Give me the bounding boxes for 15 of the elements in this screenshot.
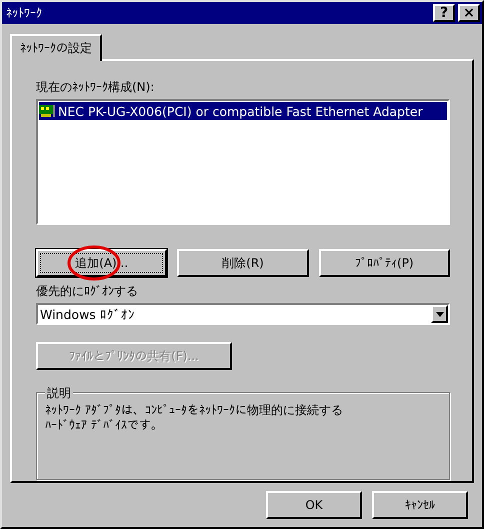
help-button[interactable]: ? [433,4,455,22]
list-label: 現在のﾈｯﾄﾜｰｸ構成(N): [36,79,156,96]
network-card-icon [39,105,55,117]
dialog-button[interactable]: ｷｬﾝｾﾙ [372,491,468,519]
logon-label: 優先的にﾛｸﾞｵﾝする [36,283,139,300]
description-text: ﾈｯﾄﾜｰｸ ｱﾀﾞﾌﾟﾀは、ｺﾝﾋﾟｭｰﾀをﾈｯﾄﾜｰｸに物理的に接続する ﾊｰﾄﾞｳｪｱ ﾃﾞﾊﾞｲｽです。 [45,403,343,433]
action-button[interactable]: ﾌﾟﾛﾊﾟﾃｨ(P) [318,249,450,277]
dialog-button[interactable]: OK [266,491,362,519]
group-title: 説明 [45,385,73,402]
tab[interactable]: ﾈｯﾄﾜｰｸの設定 [10,34,102,61]
action-button[interactable]: 削除(R) [177,249,309,277]
logon-dropdown[interactable]: Windows ﾛｸﾞｵﾝ [36,303,450,325]
list-item[interactable]: NEC PK-UG-X006(PCI) or compatible Fast Ethernet Adapter [39,102,447,120]
window-title: ﾈｯﾄﾜｰｸ [6,6,43,20]
close-button[interactable]: × [458,4,480,22]
